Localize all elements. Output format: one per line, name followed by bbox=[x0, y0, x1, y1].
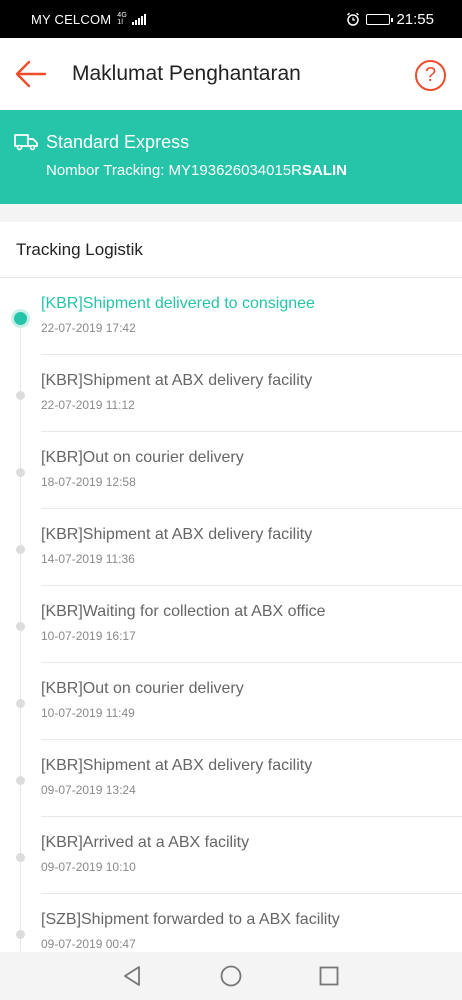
timeline-dot bbox=[16, 699, 25, 708]
event-content: [SZB]Shipment forwarded to a ABX facilit… bbox=[41, 894, 462, 952]
tracking-event: [KBR]Shipment delivered to consignee 22-0… bbox=[0, 278, 462, 355]
event-time: 10-07-2019 11:49 bbox=[41, 706, 135, 720]
shipping-method: Standard Express bbox=[46, 132, 190, 152]
event-content: [KBR]Arrived at a ABX facility 09-07-2019… bbox=[41, 817, 462, 894]
event-time: 09-07-2019 13:24 bbox=[41, 783, 136, 797]
tracking-event: [KBR]Out on courier delivery 10-07-2019 1… bbox=[0, 663, 462, 740]
shipping-info-banner: Standard Express Nombor Tracking: MY1936… bbox=[0, 110, 462, 204]
back-arrow-icon bbox=[15, 60, 47, 88]
event-description: [KBR]Out on courier delivery bbox=[41, 680, 244, 697]
event-time: 22-07-2019 17:42 bbox=[41, 321, 136, 335]
tracking-label: Nombor Tracking: bbox=[46, 162, 169, 179]
event-time: 09-07-2019 00:47 bbox=[41, 937, 136, 951]
tracking-event: [KBR]Shipment at ABX delivery facility 09… bbox=[0, 740, 462, 817]
event-time: 18-07-2019 12:58 bbox=[41, 475, 136, 489]
tracking-timeline: [KBR]Shipment delivered to consignee 22-0… bbox=[0, 278, 462, 952]
tracking-number-row: Nombor Tracking: MY193626034015RSALIN bbox=[46, 162, 347, 179]
tracking-event: [KBR]Waiting for collection at ABX offic… bbox=[0, 586, 462, 663]
event-content: [KBR]Out on courier delivery 10-07-2019 1… bbox=[41, 663, 462, 740]
home-circle-icon bbox=[220, 965, 242, 987]
event-time: 10-07-2019 16:17 bbox=[41, 629, 136, 643]
event-content: [KBR]Shipment delivered to consignee 22-0… bbox=[41, 278, 462, 355]
back-triangle-icon bbox=[124, 966, 140, 986]
copy-tracking-button[interactable]: SALIN bbox=[302, 162, 347, 179]
event-time: 09-07-2019 10:10 bbox=[41, 860, 136, 874]
event-content: [KBR]Shipment at ABX delivery facility 14… bbox=[41, 509, 462, 586]
app-header: Maklumat Penghantaran ? bbox=[0, 38, 462, 110]
signal-icon bbox=[132, 13, 147, 25]
status-bar: MY CELCOM 4G 1l 21:55 bbox=[0, 0, 462, 38]
tracking-event: [KBR]Shipment at ABX delivery facility 22… bbox=[0, 355, 462, 432]
recents-square-icon bbox=[319, 966, 339, 986]
tracking-number: MY193626034015R bbox=[168, 162, 302, 179]
event-description: [KBR]Shipment at ABX delivery facility bbox=[41, 372, 313, 389]
logistics-tracking-section: Tracking Logistik [KBR]Shipment delivere… bbox=[0, 222, 462, 952]
event-description: [KBR]Waiting for collection at ABX offic… bbox=[41, 603, 326, 620]
event-content: [KBR]Shipment at ABX delivery facility 09… bbox=[41, 740, 462, 817]
event-time: 22-07-2019 11:12 bbox=[41, 398, 135, 412]
tracking-event: [SZB]Shipment forwarded to a ABX facilit… bbox=[0, 894, 462, 952]
carrier-name: MY CELCOM bbox=[31, 11, 112, 27]
back-button[interactable] bbox=[14, 58, 48, 90]
event-content: [KBR]Out on courier delivery 18-07-2019 1… bbox=[41, 432, 462, 509]
event-content: [KBR]Waiting for collection at ABX offic… bbox=[41, 586, 462, 663]
event-content: [KBR]Shipment at ABX delivery facility 22… bbox=[41, 355, 462, 432]
timeline-dot bbox=[16, 853, 25, 862]
section-title: Tracking Logistik bbox=[0, 222, 462, 278]
page-title: Maklumat Penghantaran bbox=[72, 62, 301, 85]
help-icon: ? bbox=[424, 64, 437, 86]
nav-home-button[interactable] bbox=[219, 964, 243, 988]
tracking-event: [KBR]Arrived at a ABX facility 09-07-2019… bbox=[0, 817, 462, 894]
event-description: [KBR]Shipment at ABX delivery facility bbox=[41, 526, 313, 543]
clock: 21:55 bbox=[396, 10, 434, 28]
timeline-dot bbox=[16, 391, 25, 400]
battery-icon bbox=[366, 13, 394, 25]
timeline-dot bbox=[16, 930, 25, 939]
timeline-line bbox=[20, 894, 21, 952]
timeline-dot bbox=[16, 622, 25, 631]
system-nav-bar bbox=[0, 952, 462, 1000]
event-description: [KBR]Shipment delivered to consignee bbox=[41, 295, 315, 312]
timeline-dot bbox=[16, 545, 25, 554]
timeline-dot bbox=[16, 468, 25, 477]
event-time: 14-07-2019 11:36 bbox=[41, 552, 135, 566]
network-type: 4G 1l bbox=[117, 12, 128, 26]
event-description: [KBR]Arrived at a ABX facility bbox=[41, 834, 250, 851]
tracking-event: [KBR]Shipment at ABX delivery facility 14… bbox=[0, 509, 462, 586]
truck-icon bbox=[14, 134, 38, 151]
timeline-dot bbox=[16, 776, 25, 785]
tracking-event: [KBR]Out on courier delivery 18-07-2019 1… bbox=[0, 432, 462, 509]
help-button[interactable]: ? bbox=[415, 60, 446, 91]
event-description: [KBR]Out on courier delivery bbox=[41, 449, 244, 466]
event-description: [KBR]Shipment at ABX delivery facility bbox=[41, 757, 313, 774]
nav-recents-button[interactable] bbox=[317, 964, 341, 988]
alarm-icon bbox=[347, 12, 360, 26]
timeline-dot-active bbox=[14, 312, 27, 325]
event-description: [SZB]Shipment forwarded to a ABX facilit… bbox=[41, 911, 340, 928]
nav-back-button[interactable] bbox=[120, 964, 144, 988]
